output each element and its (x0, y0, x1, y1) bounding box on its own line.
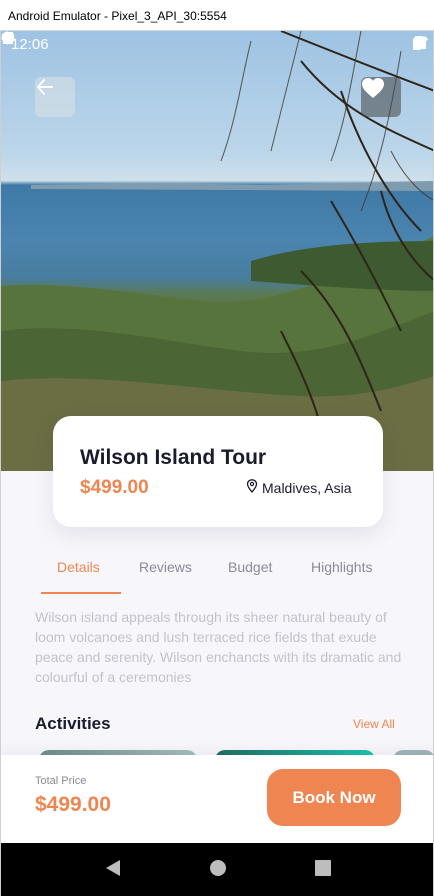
emulator-title: Android Emulator - Pixel_3_API_30:5554 (8, 9, 227, 23)
tab-details[interactable]: Details (57, 559, 100, 575)
tour-title: Wilson Island Tour (80, 446, 267, 469)
tour-info-card: Wilson Island Tour $499.00 Maldives, Asi… (53, 416, 383, 527)
activities-heading: Activities (35, 714, 111, 733)
detail-tabs: Details Reviews Budget Highlights (1, 551, 433, 595)
sd-card-icon (3, 32, 123, 51)
nav-home-icon[interactable] (209, 859, 227, 881)
booking-bar: Total Price $499.00 Book Now (1, 755, 433, 843)
book-now-button[interactable]: Book Now (267, 769, 401, 826)
total-price-label: Total Price (35, 775, 87, 787)
emulator-title-bar: Android Emulator - Pixel_3_API_30:5554 (0, 0, 434, 31)
active-tab-indicator (41, 592, 121, 594)
shield-play-icon (2, 32, 99, 51)
hero-image: 12:06 (1, 31, 433, 471)
tour-description: Wilson island appeals through its sheer … (35, 609, 402, 685)
status-time: 12:06 (11, 35, 49, 53)
phone-screen: 12:06 Wilson Island Tour $499.00 Maldive… (0, 31, 434, 896)
total-price-value: $499.00 (35, 793, 111, 816)
view-all-link[interactable]: View All (353, 717, 395, 731)
back-button[interactable] (35, 77, 75, 117)
location-label: Maldives, Asia (262, 479, 352, 496)
tab-reviews[interactable]: Reviews (139, 559, 192, 575)
favorite-button[interactable] (361, 77, 401, 117)
status-bar: 12:06 (1, 31, 433, 57)
nav-back-icon[interactable] (105, 859, 121, 881)
tour-location: Maldives, Asia (246, 479, 351, 496)
map-pin-icon (246, 479, 258, 496)
settings-icon (1, 31, 75, 51)
tab-highlights[interactable]: Highlights (311, 559, 372, 575)
tour-price: $499.00 (80, 477, 149, 498)
tab-budget[interactable]: Budget (228, 559, 272, 575)
android-nav-bar (1, 843, 433, 896)
nav-recents-icon[interactable] (315, 859, 331, 880)
